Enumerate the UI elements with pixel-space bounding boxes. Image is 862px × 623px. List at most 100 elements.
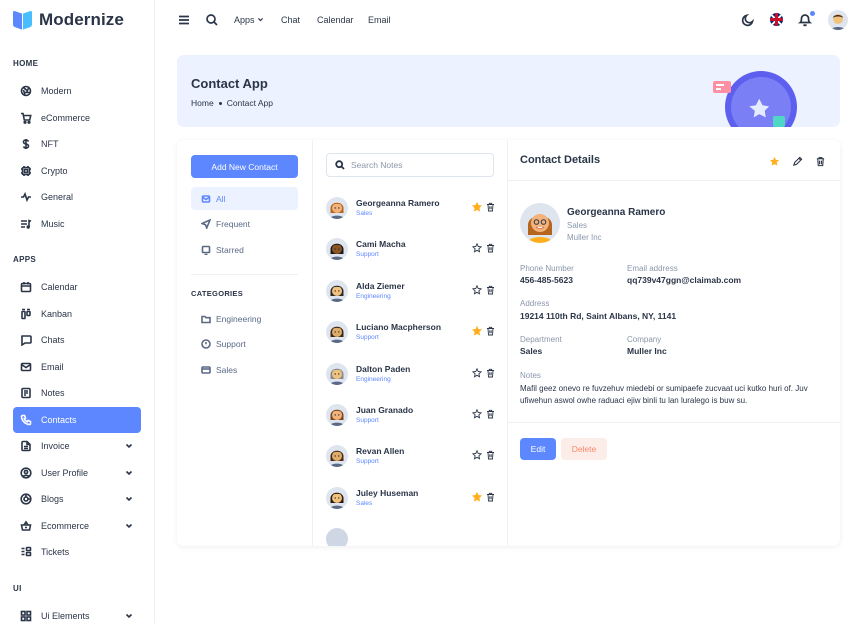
star-icon[interactable] xyxy=(472,450,482,460)
contact-list-item-partial[interactable] xyxy=(326,522,496,546)
sidebar-item-user-profile[interactable]: User Profile xyxy=(13,460,141,486)
trash-icon[interactable] xyxy=(486,202,495,212)
sidebar-item-crypto[interactable]: Crypto xyxy=(13,158,141,184)
notes-icon xyxy=(20,387,32,399)
nav-section-ui: UI xyxy=(13,584,22,593)
add-new-contact-button[interactable]: Add New Contact xyxy=(191,155,298,178)
contact-list-item[interactable]: Revan Allen Support xyxy=(326,439,496,475)
contact-avatar xyxy=(520,203,560,243)
trash-icon[interactable] xyxy=(486,450,495,460)
contact-department: Sales xyxy=(567,221,588,230)
sidebar-item-contacts[interactable]: Contacts xyxy=(13,406,141,433)
contact-list-item[interactable]: Juley Huseman Sales xyxy=(326,481,496,517)
star-icon[interactable] xyxy=(472,284,482,295)
contact-list-item[interactable]: Luciano Macpherson Support xyxy=(326,315,496,351)
sidebar-item-email[interactable]: Email xyxy=(13,354,141,380)
topbar-chat-link[interactable]: Chat xyxy=(281,15,300,25)
phone-value: 456-485-5623 xyxy=(520,275,573,285)
sidebar-item-ui-elements[interactable]: Ui Elements xyxy=(13,603,141,623)
user-avatar[interactable] xyxy=(828,10,848,30)
star-icon[interactable] xyxy=(769,154,780,172)
moon-icon[interactable] xyxy=(741,13,755,27)
star-icon[interactable] xyxy=(472,409,482,419)
basket-icon xyxy=(20,520,32,532)
nav-section-home: HOME xyxy=(13,59,39,68)
category-support[interactable]: Support xyxy=(191,333,298,356)
contact-list-item[interactable]: Dalton Paden Engineering xyxy=(326,357,496,393)
sidebar-item-label: Kanban xyxy=(41,308,73,319)
category-engineering[interactable]: Engineering xyxy=(191,307,298,330)
topbar-email-link[interactable]: Email xyxy=(368,15,391,25)
sidebar-item-label: NFT xyxy=(41,139,59,150)
sidebar-item-invoice[interactable]: Invoice xyxy=(13,433,141,459)
star-icon[interactable] xyxy=(472,491,482,502)
brand[interactable]: Modernize xyxy=(13,10,124,30)
sidebar-item-ecommerce[interactable]: Ecommerce xyxy=(13,513,141,539)
chevron-down-icon xyxy=(124,611,134,621)
contact-name: Cami Macha xyxy=(356,239,406,250)
contact-department: Engineering xyxy=(356,292,391,300)
search-box[interactable] xyxy=(326,153,494,177)
star-icon[interactable] xyxy=(472,243,482,253)
sidebar-item-notes[interactable]: Notes xyxy=(13,380,141,406)
trash-icon[interactable] xyxy=(486,409,495,419)
contact-company: Muller Inc xyxy=(567,233,602,242)
trash-icon[interactable] xyxy=(815,154,826,172)
notes-value: Mafil geez onevo re fuvzehuv miedebi or … xyxy=(520,384,808,405)
chevron-down-icon xyxy=(124,521,134,531)
search-icon[interactable] xyxy=(205,13,219,27)
trash-icon[interactable] xyxy=(486,492,495,502)
star-icon[interactable] xyxy=(472,367,482,378)
filter-frequent[interactable]: Frequent xyxy=(191,213,298,236)
edit-icon[interactable] xyxy=(792,154,803,172)
contact-name: Dalton Paden xyxy=(356,363,411,374)
topbar-calendar-link[interactable]: Calendar xyxy=(317,15,354,25)
sidebar-item-label: Ui Elements xyxy=(41,611,90,621)
trash-icon[interactable] xyxy=(486,243,495,253)
contact-name: Georgeanna Ramero xyxy=(356,198,440,208)
sidebar-item-music[interactable]: Music xyxy=(13,211,141,237)
divider xyxy=(508,422,840,423)
sidebar-item-modern[interactable]: Modern xyxy=(13,78,141,104)
sidebar: Modernize HOME Modern eCommerce NFT Crypto G… xyxy=(0,0,155,623)
sidebar-item-kanban[interactable]: Kanban xyxy=(13,301,141,327)
edit-button[interactable]: Edit xyxy=(520,438,556,460)
contact-list-item[interactable]: Alda Ziemer Engineering xyxy=(326,274,496,310)
calendar-icon xyxy=(20,281,32,293)
contact-list-item[interactable]: Juan Granado Support xyxy=(326,398,496,434)
sidebar-item-ecommerce[interactable]: eCommerce xyxy=(13,105,141,131)
contact-avatar xyxy=(326,238,348,261)
chevron-down-icon xyxy=(124,468,134,478)
category-sales[interactable]: Sales xyxy=(191,358,298,381)
breadcrumb-separator xyxy=(218,101,222,105)
filter-all[interactable]: All xyxy=(191,187,298,210)
star-icon[interactable] xyxy=(472,202,482,212)
contact-department: Support xyxy=(356,458,379,466)
contact-department: Support xyxy=(356,334,379,342)
sidebar-item-nft[interactable]: NFT xyxy=(13,131,141,157)
contact-avatar xyxy=(326,404,348,426)
breadcrumb-home[interactable]: Home xyxy=(191,98,214,108)
search-notes-input[interactable] xyxy=(351,160,491,170)
contact-list-item[interactable]: Georgeanna Ramero Sales xyxy=(326,191,496,227)
sidebar-item-chats[interactable]: Chats xyxy=(13,327,141,353)
address-value: 19214 110th Rd, Saint Albans, NY, 1141 xyxy=(520,311,677,321)
trash-icon[interactable] xyxy=(486,285,495,295)
sidebar-item-blogs[interactable]: Blogs xyxy=(13,486,141,512)
file-text-icon xyxy=(20,440,32,452)
breadcrumb: Home Contact App xyxy=(191,98,273,108)
trash-icon[interactable] xyxy=(486,368,495,378)
sidebar-item-tickets[interactable]: Tickets xyxy=(13,539,141,565)
language-flag-icon[interactable] xyxy=(770,13,783,26)
star-icon[interactable] xyxy=(472,326,482,336)
topbar-apps-menu[interactable]: Apps xyxy=(234,15,264,25)
trash-icon[interactable] xyxy=(486,326,495,336)
menu-icon[interactable] xyxy=(177,13,191,27)
device-desktop-icon xyxy=(201,245,211,255)
sidebar-item-general[interactable]: General xyxy=(13,184,141,210)
contact-filters-panel: Add New Contact All Frequent Starred CATEG… xyxy=(177,140,313,546)
contact-list-item[interactable]: Cami Macha Support xyxy=(326,232,496,268)
delete-button[interactable]: Delete xyxy=(561,438,607,460)
filter-starred[interactable]: Starred xyxy=(191,238,298,261)
sidebar-item-calendar[interactable]: Calendar xyxy=(13,274,141,300)
